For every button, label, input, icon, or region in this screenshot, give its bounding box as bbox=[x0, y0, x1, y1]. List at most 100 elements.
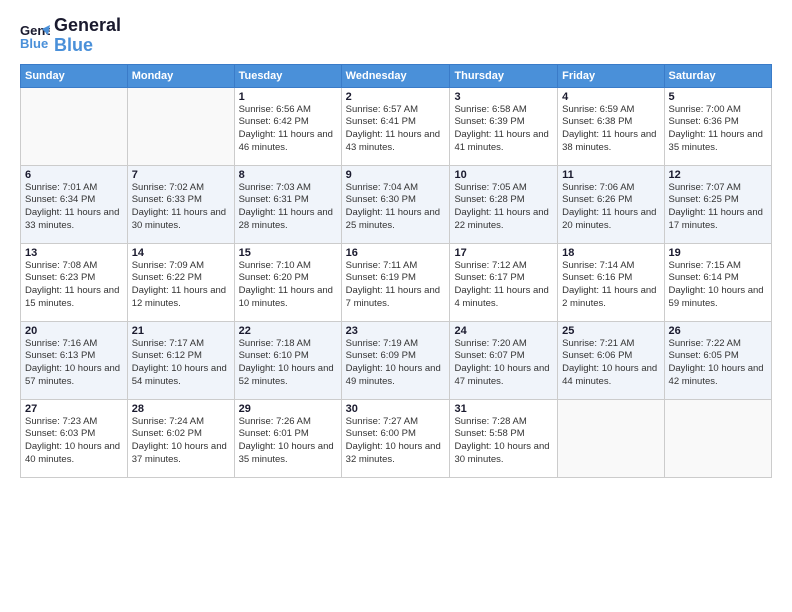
day-info: Sunrise: 6:57 AMSunset: 6:41 PMDaylight:… bbox=[346, 104, 446, 155]
weekday-header-row: SundayMondayTuesdayWednesdayThursdayFrid… bbox=[21, 64, 772, 87]
week-row-4: 20Sunrise: 7:16 AMSunset: 6:13 PMDayligh… bbox=[21, 321, 772, 399]
day-number: 16 bbox=[346, 247, 446, 259]
day-number: 27 bbox=[25, 403, 123, 415]
day-number: 20 bbox=[25, 325, 123, 337]
day-number: 26 bbox=[669, 325, 767, 337]
calendar-cell: 16Sunrise: 7:11 AMSunset: 6:19 PMDayligh… bbox=[341, 243, 450, 321]
day-info: Sunrise: 7:14 AMSunset: 6:16 PMDaylight:… bbox=[562, 260, 659, 311]
calendar-cell: 27Sunrise: 7:23 AMSunset: 6:03 PMDayligh… bbox=[21, 399, 128, 477]
day-number: 9 bbox=[346, 169, 446, 181]
day-number: 2 bbox=[346, 91, 446, 103]
day-info: Sunrise: 7:22 AMSunset: 6:05 PMDaylight:… bbox=[669, 338, 767, 389]
calendar-cell: 8Sunrise: 7:03 AMSunset: 6:31 PMDaylight… bbox=[234, 165, 341, 243]
day-info: Sunrise: 7:07 AMSunset: 6:25 PMDaylight:… bbox=[669, 182, 767, 233]
weekday-wednesday: Wednesday bbox=[341, 64, 450, 87]
day-number: 1 bbox=[239, 91, 337, 103]
logo-icon: General Blue bbox=[20, 21, 50, 51]
day-number: 8 bbox=[239, 169, 337, 181]
logo-text: General Blue bbox=[54, 16, 121, 56]
day-info: Sunrise: 7:11 AMSunset: 6:19 PMDaylight:… bbox=[346, 260, 446, 311]
calendar-cell bbox=[664, 399, 771, 477]
day-number: 18 bbox=[562, 247, 659, 259]
week-row-3: 13Sunrise: 7:08 AMSunset: 6:23 PMDayligh… bbox=[21, 243, 772, 321]
day-info: Sunrise: 7:19 AMSunset: 6:09 PMDaylight:… bbox=[346, 338, 446, 389]
calendar-cell: 15Sunrise: 7:10 AMSunset: 6:20 PMDayligh… bbox=[234, 243, 341, 321]
calendar-cell: 3Sunrise: 6:58 AMSunset: 6:39 PMDaylight… bbox=[450, 87, 558, 165]
day-info: Sunrise: 7:20 AMSunset: 6:07 PMDaylight:… bbox=[454, 338, 553, 389]
calendar-cell bbox=[21, 87, 128, 165]
day-info: Sunrise: 7:00 AMSunset: 6:36 PMDaylight:… bbox=[669, 104, 767, 155]
calendar-cell: 13Sunrise: 7:08 AMSunset: 6:23 PMDayligh… bbox=[21, 243, 128, 321]
weekday-monday: Monday bbox=[127, 64, 234, 87]
calendar-cell: 29Sunrise: 7:26 AMSunset: 6:01 PMDayligh… bbox=[234, 399, 341, 477]
calendar-cell: 14Sunrise: 7:09 AMSunset: 6:22 PMDayligh… bbox=[127, 243, 234, 321]
day-number: 5 bbox=[669, 91, 767, 103]
calendar-cell: 25Sunrise: 7:21 AMSunset: 6:06 PMDayligh… bbox=[558, 321, 664, 399]
day-info: Sunrise: 6:56 AMSunset: 6:42 PMDaylight:… bbox=[239, 104, 337, 155]
day-number: 10 bbox=[454, 169, 553, 181]
day-number: 4 bbox=[562, 91, 659, 103]
calendar-cell: 4Sunrise: 6:59 AMSunset: 6:38 PMDaylight… bbox=[558, 87, 664, 165]
calendar-cell: 18Sunrise: 7:14 AMSunset: 6:16 PMDayligh… bbox=[558, 243, 664, 321]
calendar-cell: 5Sunrise: 7:00 AMSunset: 6:36 PMDaylight… bbox=[664, 87, 771, 165]
day-number: 22 bbox=[239, 325, 337, 337]
day-info: Sunrise: 7:08 AMSunset: 6:23 PMDaylight:… bbox=[25, 260, 123, 311]
weekday-saturday: Saturday bbox=[664, 64, 771, 87]
day-info: Sunrise: 6:58 AMSunset: 6:39 PMDaylight:… bbox=[454, 104, 553, 155]
calendar-cell: 19Sunrise: 7:15 AMSunset: 6:14 PMDayligh… bbox=[664, 243, 771, 321]
day-number: 15 bbox=[239, 247, 337, 259]
calendar-cell: 7Sunrise: 7:02 AMSunset: 6:33 PMDaylight… bbox=[127, 165, 234, 243]
day-info: Sunrise: 7:15 AMSunset: 6:14 PMDaylight:… bbox=[669, 260, 767, 311]
day-info: Sunrise: 7:03 AMSunset: 6:31 PMDaylight:… bbox=[239, 182, 337, 233]
day-number: 28 bbox=[132, 403, 230, 415]
day-info: Sunrise: 7:17 AMSunset: 6:12 PMDaylight:… bbox=[132, 338, 230, 389]
calendar-cell: 1Sunrise: 6:56 AMSunset: 6:42 PMDaylight… bbox=[234, 87, 341, 165]
calendar-cell: 11Sunrise: 7:06 AMSunset: 6:26 PMDayligh… bbox=[558, 165, 664, 243]
day-info: Sunrise: 7:01 AMSunset: 6:34 PMDaylight:… bbox=[25, 182, 123, 233]
day-number: 7 bbox=[132, 169, 230, 181]
calendar-cell: 31Sunrise: 7:28 AMSunset: 5:58 PMDayligh… bbox=[450, 399, 558, 477]
day-info: Sunrise: 7:18 AMSunset: 6:10 PMDaylight:… bbox=[239, 338, 337, 389]
logo: General Blue General Blue bbox=[20, 16, 121, 56]
day-number: 14 bbox=[132, 247, 230, 259]
calendar-cell: 17Sunrise: 7:12 AMSunset: 6:17 PMDayligh… bbox=[450, 243, 558, 321]
day-number: 17 bbox=[454, 247, 553, 259]
week-row-1: 1Sunrise: 6:56 AMSunset: 6:42 PMDaylight… bbox=[21, 87, 772, 165]
calendar-cell: 24Sunrise: 7:20 AMSunset: 6:07 PMDayligh… bbox=[450, 321, 558, 399]
calendar-cell: 26Sunrise: 7:22 AMSunset: 6:05 PMDayligh… bbox=[664, 321, 771, 399]
weekday-friday: Friday bbox=[558, 64, 664, 87]
calendar-table: SundayMondayTuesdayWednesdayThursdayFrid… bbox=[20, 64, 772, 478]
week-row-5: 27Sunrise: 7:23 AMSunset: 6:03 PMDayligh… bbox=[21, 399, 772, 477]
calendar-cell: 22Sunrise: 7:18 AMSunset: 6:10 PMDayligh… bbox=[234, 321, 341, 399]
day-info: Sunrise: 7:24 AMSunset: 6:02 PMDaylight:… bbox=[132, 416, 230, 467]
calendar-cell: 20Sunrise: 7:16 AMSunset: 6:13 PMDayligh… bbox=[21, 321, 128, 399]
day-info: Sunrise: 7:26 AMSunset: 6:01 PMDaylight:… bbox=[239, 416, 337, 467]
day-info: Sunrise: 7:10 AMSunset: 6:20 PMDaylight:… bbox=[239, 260, 337, 311]
day-info: Sunrise: 7:09 AMSunset: 6:22 PMDaylight:… bbox=[132, 260, 230, 311]
day-info: Sunrise: 7:21 AMSunset: 6:06 PMDaylight:… bbox=[562, 338, 659, 389]
weekday-thursday: Thursday bbox=[450, 64, 558, 87]
weekday-tuesday: Tuesday bbox=[234, 64, 341, 87]
day-number: 3 bbox=[454, 91, 553, 103]
day-info: Sunrise: 7:02 AMSunset: 6:33 PMDaylight:… bbox=[132, 182, 230, 233]
weekday-sunday: Sunday bbox=[21, 64, 128, 87]
day-info: Sunrise: 7:16 AMSunset: 6:13 PMDaylight:… bbox=[25, 338, 123, 389]
svg-text:Blue: Blue bbox=[20, 36, 48, 51]
day-number: 21 bbox=[132, 325, 230, 337]
calendar-cell: 28Sunrise: 7:24 AMSunset: 6:02 PMDayligh… bbox=[127, 399, 234, 477]
day-number: 12 bbox=[669, 169, 767, 181]
calendar-cell bbox=[558, 399, 664, 477]
day-number: 11 bbox=[562, 169, 659, 181]
day-info: Sunrise: 7:27 AMSunset: 6:00 PMDaylight:… bbox=[346, 416, 446, 467]
calendar-cell: 30Sunrise: 7:27 AMSunset: 6:00 PMDayligh… bbox=[341, 399, 450, 477]
week-row-2: 6Sunrise: 7:01 AMSunset: 6:34 PMDaylight… bbox=[21, 165, 772, 243]
calendar-cell: 6Sunrise: 7:01 AMSunset: 6:34 PMDaylight… bbox=[21, 165, 128, 243]
day-info: Sunrise: 7:28 AMSunset: 5:58 PMDaylight:… bbox=[454, 416, 553, 467]
calendar-cell: 21Sunrise: 7:17 AMSunset: 6:12 PMDayligh… bbox=[127, 321, 234, 399]
calendar-cell bbox=[127, 87, 234, 165]
page: General Blue General Blue SundayMondayTu… bbox=[0, 0, 792, 612]
day-number: 31 bbox=[454, 403, 553, 415]
day-info: Sunrise: 7:12 AMSunset: 6:17 PMDaylight:… bbox=[454, 260, 553, 311]
day-info: Sunrise: 7:04 AMSunset: 6:30 PMDaylight:… bbox=[346, 182, 446, 233]
day-info: Sunrise: 7:06 AMSunset: 6:26 PMDaylight:… bbox=[562, 182, 659, 233]
